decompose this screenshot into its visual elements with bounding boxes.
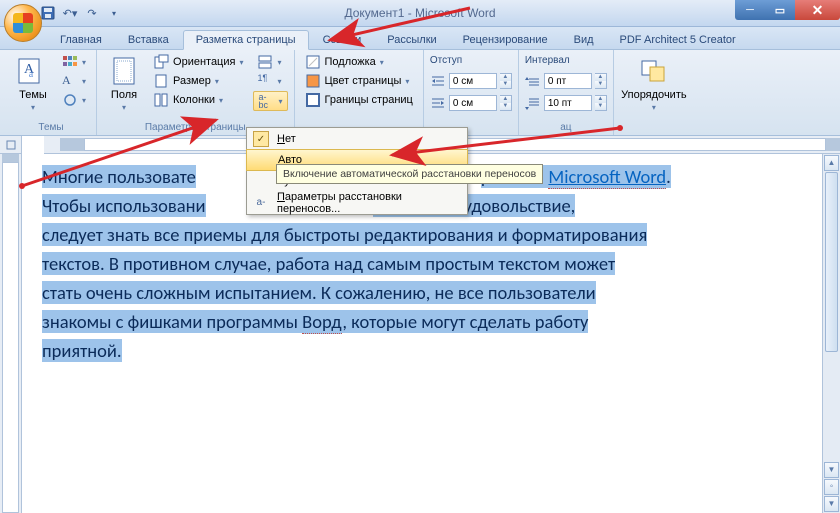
watermark-button[interactable]: Подложка (301, 53, 417, 71)
watermark-icon (305, 54, 321, 70)
spacing-header: Интервал (525, 55, 570, 66)
scroll-thumb[interactable] (825, 172, 838, 352)
orientation-icon (153, 54, 169, 70)
group-arrange-label (620, 120, 688, 135)
margins-label: Поля (111, 89, 137, 101)
qat-more-icon[interactable]: ▾ (106, 5, 122, 21)
tooltip: Включение автоматической расстановки пер… (276, 164, 543, 184)
tab-home[interactable]: Главная (48, 31, 114, 49)
check-icon: ✓ (253, 131, 269, 147)
tab-insert[interactable]: Вставка (116, 31, 181, 49)
prev-page-button[interactable]: ◦ (824, 479, 839, 495)
tab-view[interactable]: Вид (562, 31, 606, 49)
ribbon: Aa Темы ▾ A Темы Поля ▾ Ориентация Разме… (0, 50, 840, 136)
margins-icon (108, 55, 140, 87)
breaks-button[interactable] (253, 53, 287, 71)
scrollbar-vertical[interactable]: ▲ ▼ ◦ ▼ (822, 154, 840, 513)
theme-effects-button[interactable] (58, 91, 90, 109)
indent-left-spinner[interactable]: ▲▼ (500, 73, 512, 89)
columns-icon (153, 92, 169, 108)
spacing-before-input[interactable]: 0 пт (544, 73, 592, 89)
minimize-button[interactable]: ─ (735, 0, 765, 20)
spacing-before-icon (525, 74, 541, 88)
group-indent: Отступ 0 см ▲▼ 0 см ▲▼ (424, 50, 519, 135)
dropdown-item-none[interactable]: ✓ Нет (247, 128, 467, 150)
tab-page-layout[interactable]: Разметка страницы (183, 30, 309, 50)
indent-right-spinner[interactable]: ▲▼ (500, 95, 512, 111)
arrange-button[interactable]: Упорядочить ▾ (620, 53, 688, 114)
colors-icon (62, 54, 78, 70)
svg-text:a: a (29, 69, 34, 80)
scroll-down-button[interactable]: ▼ (824, 462, 839, 478)
size-button[interactable]: Размер (149, 72, 247, 90)
themes-label: Темы (19, 89, 47, 101)
page-color-button[interactable]: Цвет страницы (301, 72, 417, 90)
tab-mailings[interactable]: Рассылки (375, 31, 448, 49)
undo-icon[interactable]: ↶▾ (62, 5, 78, 21)
close-button[interactable]: ✕ (795, 0, 840, 20)
spacing-after-spinner[interactable]: ▲▼ (595, 95, 607, 111)
group-spacing: Интервал 0 пт ▲▼ 10 пт ▲▼ ац (519, 50, 614, 135)
spacing-after-icon (525, 96, 541, 110)
chevron-down-icon: ▾ (652, 103, 656, 112)
theme-colors-button[interactable] (58, 53, 90, 71)
tab-pdf-architect[interactable]: PDF Architect 5 Creator (608, 31, 748, 49)
window-title: Документ1 - Microsoft Word (344, 6, 495, 20)
indent-right-field: 0 см ▲▼ (430, 95, 512, 111)
spacing-before-field: 0 пт ▲▼ (525, 73, 607, 89)
scroll-up-button[interactable]: ▲ (824, 155, 839, 171)
dropdown-item-options[interactable]: a- Параметры расстановки переносов... (247, 192, 467, 214)
numbers-icon: 1¶ (257, 73, 273, 89)
columns-button[interactable]: Колонки (149, 91, 247, 109)
themes-button[interactable]: Aa Темы ▾ (12, 53, 54, 114)
indent-left-icon (430, 74, 446, 88)
effects-icon (62, 92, 78, 108)
breaks-icon (257, 54, 273, 70)
window-controls: ─ ▭ ✕ (735, 0, 840, 20)
tab-review[interactable]: Рецензирование (451, 31, 560, 49)
group-themes-label: Темы (12, 120, 90, 135)
margins-button[interactable]: Поля ▾ (103, 53, 145, 114)
hyphenation-button[interactable]: a-bc (253, 91, 287, 111)
indent-header: Отступ (430, 55, 462, 66)
arrange-label: Упорядочить (621, 89, 686, 101)
size-icon (153, 73, 169, 89)
borders-icon (305, 92, 321, 108)
indent-right-input[interactable]: 0 см (449, 95, 497, 111)
ruler-vertical[interactable] (0, 154, 22, 513)
save-icon[interactable] (40, 5, 56, 21)
redo-icon[interactable]: ↷ (84, 5, 100, 21)
ruler-corner (0, 136, 22, 154)
indent-right-icon (430, 96, 446, 110)
maximize-button[interactable]: ▭ (765, 0, 795, 20)
office-button[interactable] (4, 4, 42, 42)
group-page-setup: Поля ▾ Ориентация Размер Колонки 1¶ a-bc… (97, 50, 294, 135)
page-color-icon (305, 73, 321, 89)
chevron-down-icon: ▾ (31, 103, 35, 112)
group-themes: Aa Темы ▾ A Темы (6, 50, 97, 135)
theme-fonts-button[interactable]: A (58, 72, 90, 90)
spacing-after-field: 10 пт ▲▼ (525, 95, 607, 111)
hyphenation-icon: a-bc (258, 93, 274, 109)
spacing-before-spinner[interactable]: ▲▼ (595, 73, 607, 89)
line-numbers-button[interactable]: 1¶ (253, 72, 287, 90)
group-arrange: Упорядочить ▾ (614, 50, 694, 135)
tab-references[interactable]: Ссылки (311, 31, 374, 49)
ribbon-tabs: Главная Вставка Разметка страницы Ссылки… (0, 27, 840, 50)
group-page-background: Подложка Цвет страницы Границы страниц (295, 50, 424, 135)
hyphenation-icon: a- (253, 195, 269, 211)
fonts-icon: A (62, 73, 78, 89)
indent-left-field: 0 см ▲▼ (430, 73, 512, 89)
quick-access-toolbar: ↶▾ ↷ ▾ (40, 5, 122, 21)
themes-icon: Aa (17, 55, 49, 87)
page-borders-button[interactable]: Границы страниц (301, 91, 417, 109)
group-spacing-label: ац (525, 120, 607, 135)
indent-left-input[interactable]: 0 см (449, 73, 497, 89)
spacing-after-input[interactable]: 10 пт (544, 95, 592, 111)
title-bar: ↶▾ ↷ ▾ Документ1 - Microsoft Word ─ ▭ ✕ (0, 0, 840, 27)
next-page-button[interactable]: ▼ (824, 496, 839, 512)
orientation-button[interactable]: Ориентация (149, 53, 247, 71)
chevron-down-icon: ▾ (122, 103, 126, 112)
arrange-icon (638, 55, 670, 87)
